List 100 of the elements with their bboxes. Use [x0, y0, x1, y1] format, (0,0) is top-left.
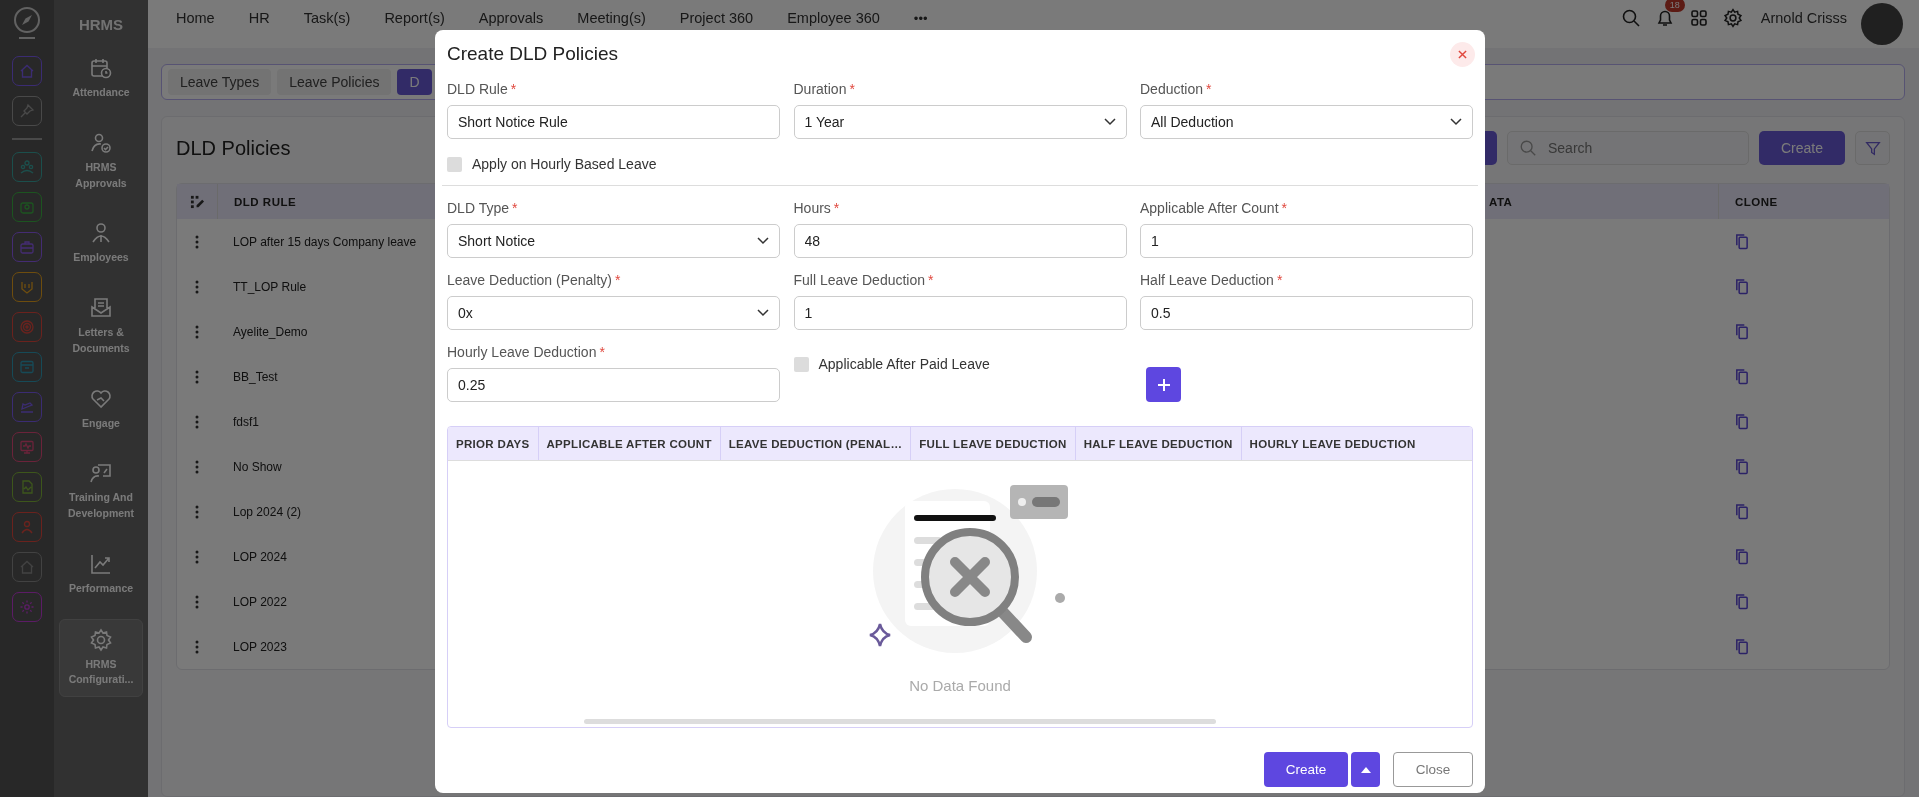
input-field[interactable]: 0.5 [1140, 296, 1473, 330]
table-cell: No Show [233, 459, 282, 474]
horizontal-scrollbar[interactable] [584, 719, 1216, 724]
column-header: DLD RULE [234, 195, 297, 208]
compass-logo-icon[interactable] [12, 6, 42, 40]
dropdown[interactable]: 1 Year [793, 105, 1127, 139]
table-cell: Lop 2024 (2) [233, 504, 302, 519]
field-label: DLD Type * [447, 200, 519, 216]
settings-icon[interactable] [1722, 8, 1743, 28]
nav-link[interactable]: Task(s) [303, 10, 351, 26]
kebab-menu-icon[interactable] [195, 549, 199, 564]
column-settings-icon[interactable] [189, 194, 205, 209]
copy-icon[interactable] [1734, 413, 1749, 430]
column-header: CLONE [1735, 195, 1778, 208]
sidebar-item[interactable]: Employees [59, 213, 143, 274]
copy-icon[interactable] [1734, 503, 1749, 520]
copy-icon[interactable] [1734, 323, 1749, 340]
tab[interactable]: Leave Policies [277, 69, 392, 95]
copy-icon[interactable] [1734, 638, 1749, 655]
field-label: Duration * [793, 81, 856, 97]
chevron-down-icon [757, 309, 769, 317]
input-field[interactable]: 1 [1140, 224, 1473, 258]
field-label: Hours * [793, 200, 841, 216]
chevron-down-icon [757, 237, 769, 245]
dropdown[interactable]: Short Notice [447, 224, 780, 258]
nav-link[interactable]: HR [248, 10, 270, 26]
nav-link[interactable]: Home [176, 10, 215, 26]
copy-icon[interactable] [1734, 233, 1749, 250]
kebab-menu-icon[interactable] [195, 279, 199, 294]
dropdown[interactable]: 0x [447, 296, 780, 330]
gear-icon [89, 627, 113, 652]
copy-icon[interactable] [1734, 593, 1749, 610]
empty-state-text: No Data Found [909, 677, 1011, 694]
table-cell: LOP 2023 [233, 639, 287, 654]
input-field[interactable]: Short Notice Rule [447, 105, 780, 139]
copy-icon[interactable] [1734, 458, 1749, 475]
table-cell: TT_LOP Rule [233, 279, 307, 294]
sidebar-item[interactable]: Training And Development [59, 453, 143, 530]
column-header: FULL LEAVE DEDUCTION [911, 427, 1076, 460]
copy-icon[interactable] [1734, 278, 1749, 295]
checkbox[interactable] [447, 156, 462, 172]
filter-icon [1863, 139, 1882, 157]
tab[interactable]: D [397, 69, 432, 95]
nav-link[interactable]: Employee 360 [787, 10, 880, 26]
input-field[interactable]: 0.25 [447, 368, 780, 402]
checkbox-label: Apply on Hourly Based Leave [472, 156, 657, 172]
sidebar-item[interactable]: Attendance [59, 48, 143, 109]
sidebar-item[interactable]: Engage [59, 378, 143, 440]
kebab-menu-icon[interactable] [195, 324, 199, 339]
filter-button[interactable] [1855, 131, 1890, 165]
avatar-icon[interactable] [1861, 3, 1903, 45]
input-field[interactable]: 48 [793, 224, 1127, 258]
sidebar-item[interactable]: Letters & Documents [59, 288, 143, 365]
close-button[interactable]: Close [1393, 752, 1473, 787]
kebab-menu-icon[interactable] [195, 639, 199, 654]
sidebar-item[interactable]: HRMS Configurati... [59, 618, 143, 697]
user-name[interactable]: Arnold Crisss [1760, 10, 1847, 26]
kebab-menu-icon[interactable] [195, 459, 199, 474]
field-label: Half Leave Deduction * [1140, 272, 1284, 288]
column-header: ATA [1489, 195, 1513, 208]
table-cell: LOP 2024 [233, 549, 287, 564]
nav-link[interactable]: Report(s) [384, 10, 445, 26]
create-button[interactable]: Create [1264, 752, 1348, 787]
chevron-down-icon [1450, 118, 1462, 126]
sidebar-item[interactable]: HRMS Approvals [59, 122, 143, 200]
more-button[interactable]: ••• [913, 10, 928, 26]
document-icon[interactable] [12, 472, 42, 502]
column-header: HOURLY LEAVE DEDUCTION [1248, 436, 1417, 452]
input-field[interactable]: 1 [793, 296, 1127, 330]
chevron-down-icon [1103, 118, 1116, 126]
add-button[interactable] [1146, 367, 1181, 402]
kebab-menu-icon[interactable] [195, 234, 199, 249]
nav-link[interactable]: Approvals [478, 10, 544, 26]
nav-link[interactable]: Meeting(s) [577, 10, 646, 26]
nav-link[interactable]: Project 360 [679, 10, 754, 26]
tab[interactable]: Leave Types [168, 69, 272, 95]
checkbox[interactable] [793, 356, 809, 372]
dropdown-toggle-button[interactable] [1351, 752, 1380, 787]
checkbox-label: Applicable After Paid Leave [818, 356, 990, 372]
table-cell: LOP after 15 days Company leave [233, 234, 417, 249]
field-label: Hourly Leave Deduction * [447, 344, 606, 360]
search-field[interactable]: Search [1507, 131, 1749, 165]
kebab-menu-icon[interactable] [195, 369, 199, 384]
search-icon[interactable] [1620, 8, 1641, 28]
field-label: Applicable After Count * [1140, 200, 1288, 216]
copy-icon[interactable] [1734, 548, 1749, 565]
create-button[interactable]: Create [1759, 131, 1845, 165]
copy-icon[interactable] [1734, 368, 1749, 385]
kebab-menu-icon[interactable] [195, 504, 199, 519]
table-cell: fdsf1 [233, 414, 259, 429]
kebab-menu-icon[interactable] [195, 594, 199, 609]
sidebar-item[interactable]: Performance [59, 543, 143, 605]
search-icon [1519, 139, 1537, 157]
apps-grid-icon[interactable] [1688, 8, 1709, 28]
field-label: Deduction * [1140, 81, 1213, 97]
kebab-menu-icon[interactable] [195, 414, 199, 429]
close-button[interactable] [1450, 41, 1475, 67]
field-label: Full Leave Deduction * [793, 272, 935, 288]
dropdown[interactable]: All Deduction [1140, 105, 1473, 139]
calendar-icon [89, 56, 113, 80]
